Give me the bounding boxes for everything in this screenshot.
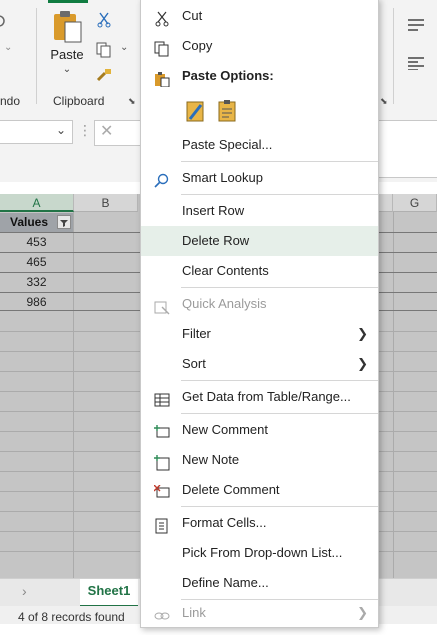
filter-icon[interactable]: [57, 215, 71, 229]
ribbon-separator: [36, 8, 37, 104]
column-header-f[interactable]: [377, 194, 393, 212]
menu-item-smart-lookup[interactable]: Smart Lookup: [141, 163, 378, 193]
menu-item-quick-analysis: Quick Analysis: [141, 289, 378, 319]
menu-item-label: Define Name...: [182, 575, 269, 590]
menu-item-label: Sort: [182, 356, 206, 371]
paste-label: Paste: [50, 47, 84, 62]
menu-item-insert-row[interactable]: Insert Row: [141, 196, 378, 226]
header-cell-text: Values: [10, 215, 49, 229]
column-header-a[interactable]: A: [0, 194, 74, 212]
ribbon-separator: [393, 8, 394, 104]
menu-item-label: New Comment: [182, 422, 268, 437]
menu-item-sort[interactable]: Sort ❯: [141, 349, 378, 379]
menu-item-pick-from-list[interactable]: Pick From Drop-down List...: [141, 538, 378, 568]
paste-values-icon[interactable]: [217, 99, 239, 123]
name-box-dropdown-icon[interactable]: ⌄: [56, 123, 66, 137]
menu-separator: [181, 287, 378, 288]
tab-indicator: [48, 0, 88, 3]
menu-item-label: Filter: [182, 326, 211, 341]
name-box[interactable]: ⌄: [0, 120, 73, 144]
menu-item-clear-contents[interactable]: Clear Contents: [141, 256, 378, 286]
menu-item-delete-row[interactable]: Delete Row: [141, 226, 378, 256]
table-cell[interactable]: 465: [0, 253, 73, 272]
chevron-right-icon: ❯: [357, 356, 368, 371]
status-text: 4 of 8 records found: [18, 610, 125, 624]
new-comment-icon: [154, 422, 170, 438]
align-top-icon[interactable]: [408, 18, 424, 32]
menu-item-label: Pick From Drop-down List...: [182, 545, 343, 560]
menu-item-get-data[interactable]: Get Data from Table/Range...: [141, 382, 378, 412]
context-menu: Cut Copy Paste Options: Paste Special...…: [140, 0, 379, 628]
menu-separator: [181, 194, 378, 195]
chevron-right-icon[interactable]: ›: [22, 583, 27, 599]
align-left-icon[interactable]: [408, 56, 424, 70]
menu-item-label: Format Cells...: [182, 515, 267, 530]
menu-item-label: Paste Special...: [182, 137, 273, 152]
copy-icon[interactable]: [96, 42, 112, 58]
paste-button[interactable]: Paste ⌄: [44, 8, 90, 88]
menu-item-paste-options: Paste Options:: [141, 61, 378, 91]
menu-item-paste-special[interactable]: Paste Special...: [141, 130, 378, 160]
table-cell[interactable]: 453: [0, 233, 73, 252]
font-launcher-icon[interactable]: ⬊: [380, 96, 388, 107]
paste-keep-formatting-icon[interactable]: [185, 99, 207, 123]
column-header-b[interactable]: B: [74, 194, 138, 212]
delete-comment-icon: [153, 482, 170, 498]
menu-item-label: Delete Row: [182, 233, 250, 248]
copy-icon: [154, 38, 170, 57]
grid-line: [393, 212, 394, 578]
menu-item-filter[interactable]: Filter ❯: [141, 319, 378, 349]
menu-item-label: Cut: [182, 8, 203, 23]
formula-bar-grip-icon: ⋮: [78, 122, 92, 138]
clipboard-group-label: Clipboard: [53, 94, 105, 108]
menu-separator: [181, 380, 378, 381]
menu-separator: [181, 506, 378, 507]
table-icon: [154, 389, 170, 407]
format-cells-icon: [154, 515, 170, 534]
menu-item-label: Get Data from Table/Range...: [182, 389, 351, 404]
new-note-icon: [154, 452, 170, 471]
grid-line: [73, 212, 74, 578]
column-header-g[interactable]: G: [393, 194, 437, 212]
menu-item-format-cells[interactable]: Format Cells...: [141, 508, 378, 538]
menu-item-copy[interactable]: Copy: [141, 31, 378, 61]
copy-dropdown-icon[interactable]: ⌄: [120, 42, 128, 53]
menu-item-label: Smart Lookup: [182, 170, 263, 185]
paste-dropdown-icon[interactable]: ⌄: [44, 64, 90, 75]
clipboard-launcher-icon[interactable]: ⬊: [128, 96, 136, 107]
undo-group-label: ndo: [0, 94, 21, 108]
menu-item-label: Quick Analysis: [182, 296, 267, 311]
menu-item-label: Copy: [182, 38, 213, 53]
menu-item-new-note[interactable]: New Note: [141, 445, 378, 475]
menu-item-define-name[interactable]: Define Name...: [141, 568, 378, 598]
cancel-icon[interactable]: ✕: [100, 121, 113, 141]
table-cell[interactable]: 332: [0, 273, 73, 292]
menu-item-label: Paste Options:: [182, 68, 274, 83]
search-icon: [154, 170, 170, 188]
menu-item-label: Clear Contents: [182, 263, 269, 278]
cut-icon[interactable]: [96, 12, 112, 28]
menu-separator: [181, 413, 378, 414]
chevron-right-icon: ❯: [357, 326, 368, 341]
menu-item-new-comment[interactable]: New Comment: [141, 415, 378, 445]
quick-analysis-icon: [154, 296, 170, 315]
sheet-tab[interactable]: Sheet1: [80, 579, 138, 607]
paste-icon: [154, 68, 170, 88]
link-icon: [154, 605, 170, 621]
menu-separator: [181, 161, 378, 162]
formula-input[interactable]: [378, 120, 437, 178]
menu-item-cut[interactable]: Cut: [141, 1, 378, 31]
redo-dropdown-icon[interactable]: ⌄: [4, 42, 12, 53]
menu-item-delete-comment[interactable]: Delete Comment: [141, 475, 378, 505]
menu-item-label: Delete Comment: [182, 482, 280, 497]
scissors-icon: [154, 8, 170, 27]
format-painter-icon[interactable]: [96, 68, 112, 84]
menu-item-label: New Note: [182, 452, 240, 467]
menu-item-label: Insert Row: [182, 203, 245, 218]
undo-icon[interactable]: [0, 14, 8, 28]
paste-clipboard-icon: [54, 11, 82, 43]
